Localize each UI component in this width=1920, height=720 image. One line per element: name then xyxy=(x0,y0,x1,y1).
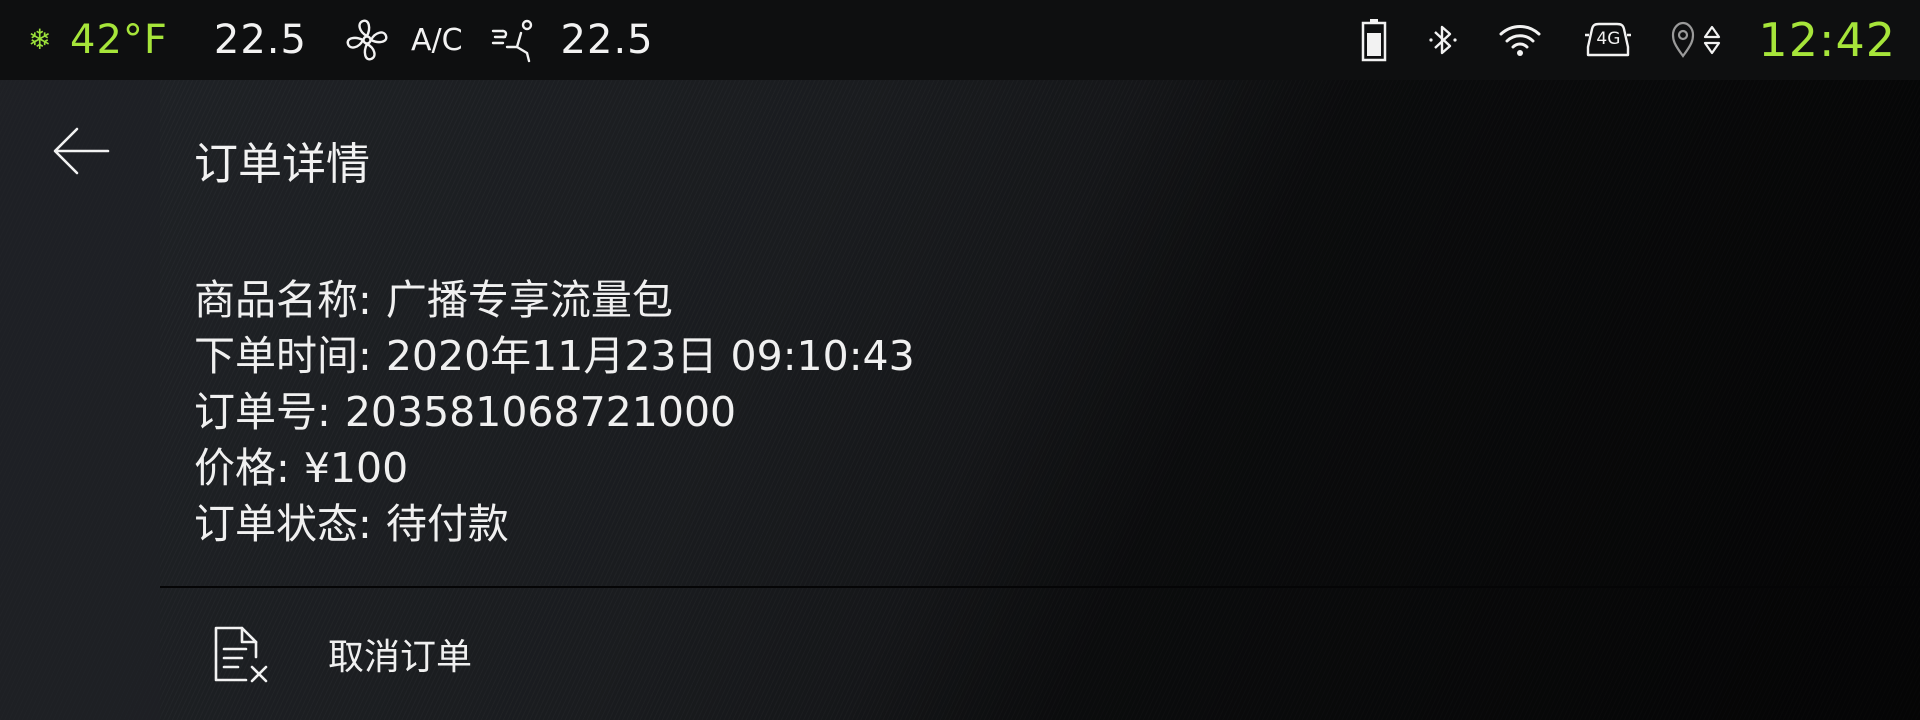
outside-temperature: 42°F xyxy=(70,17,168,63)
cancel-order-icon xyxy=(214,626,268,683)
order-detail-screen: ❄ 42°F 22.5 A/C 22.5 4G 12:42 订单详情 商品名称:… xyxy=(0,0,1920,720)
order-number-row: 订单号: 203581068721000 xyxy=(194,384,915,440)
page-title: 订单详情 xyxy=(194,139,370,190)
product-name-label: 商品名称: xyxy=(194,276,372,324)
location-icon xyxy=(1672,21,1721,58)
product-name-value: 广播专享流量包 xyxy=(385,276,673,324)
fan-icon[interactable] xyxy=(345,18,389,62)
order-status-row: 订单状态: 待付款 xyxy=(194,496,915,552)
order-time-value: 2020年11月23日 09:10:43 xyxy=(385,332,915,380)
order-status-value: 待付款 xyxy=(385,500,509,548)
cancel-order-label: 取消订单 xyxy=(328,637,473,678)
battery-icon xyxy=(1362,19,1387,62)
network-4g-indicator: 4G xyxy=(1582,21,1634,59)
status-bar: ❄ 42°F 22.5 A/C 22.5 4G 12:42 xyxy=(0,0,1920,80)
bluetooth-icon xyxy=(1429,25,1458,55)
order-time-label: 下单时间: xyxy=(194,332,372,380)
order-time-row: 下单时间: 2020年11月23日 09:10:43 xyxy=(194,328,915,384)
price-value: ¥100 xyxy=(303,444,409,492)
driver-temperature[interactable]: 22.5 xyxy=(214,17,307,63)
wifi-icon xyxy=(1499,25,1541,56)
order-number-label: 订单号: xyxy=(194,388,331,436)
price-row: 价格: ¥100 xyxy=(194,440,915,496)
order-status-label: 订单状态: xyxy=(194,500,372,548)
order-number-value: 203581068721000 xyxy=(344,388,737,436)
climate-controls: ❄ 42°F 22.5 A/C 22.5 xyxy=(0,0,654,80)
clock: 12:42 xyxy=(1758,13,1896,67)
price-label: 价格: xyxy=(194,444,290,492)
back-arrow-icon xyxy=(53,127,110,175)
system-status: 4G 12:42 xyxy=(1360,0,1896,80)
back-button[interactable] xyxy=(50,120,112,182)
network-label: 4G xyxy=(1596,29,1621,49)
cancel-order-button[interactable]: 取消订单 xyxy=(160,588,1920,720)
ac-button[interactable]: A/C xyxy=(411,23,463,58)
seat-airflow-icon[interactable] xyxy=(491,17,537,63)
passenger-temperature[interactable]: 22.5 xyxy=(561,17,654,63)
product-name-row: 商品名称: 广播专享流量包 xyxy=(194,272,915,328)
snowflake-icon[interactable]: ❄ xyxy=(28,26,56,54)
order-details: 商品名称: 广播专享流量包 下单时间: 2020年11月23日 09:10:43 订… xyxy=(194,272,915,552)
